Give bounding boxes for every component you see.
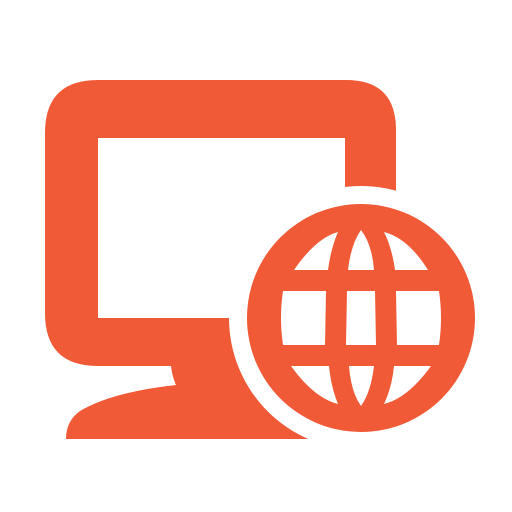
- globe-cells: [281, 230, 441, 406]
- globe-icon: [247, 204, 475, 432]
- remote-desktop-globe-icon: [0, 0, 512, 512]
- icon-canvas: [45, 80, 475, 439]
